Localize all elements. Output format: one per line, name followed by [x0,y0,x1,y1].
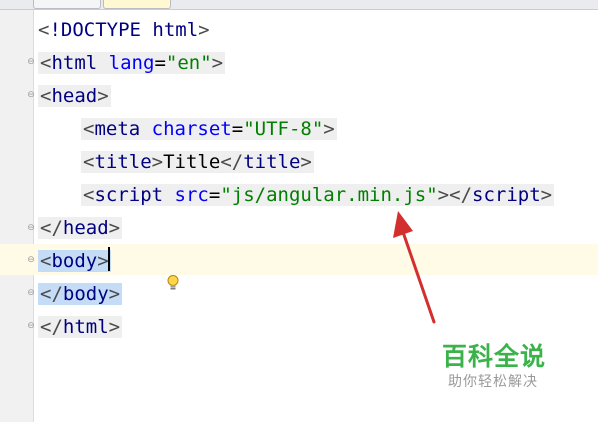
code-line-meta: <meta charset="UTF-8"> [81,118,337,140]
editor-tab-active[interactable] [103,0,171,9]
lightbulb-icon[interactable] [166,274,180,292]
code-line-script: <script src="js/angular.min.js"></script… [81,184,555,206]
watermark-subtitle: 助你轻松解决 [448,374,538,390]
code-line-body-open: <body> [38,250,111,272]
code-line-head-open: <head> [38,85,111,107]
code-line-html-open: <html lang="en"> [38,52,226,74]
code-line-html-close: </html> [38,316,123,338]
code-line-body-close: </body> [38,283,123,305]
code-line-head-close: </head> [38,217,123,239]
watermark-title: 百科全说 [442,342,547,371]
editor-tab-strip [0,0,598,10]
editor-tab[interactable] [33,0,101,9]
text-cursor [108,247,110,271]
code-line-doctype: <!DOCTYPE html> [38,19,210,41]
code-line-title: <title>Title</title> [81,151,314,173]
watermark: 百科全说 助你轻松解决 [434,337,594,397]
line-gutter[interactable] [0,10,34,422]
